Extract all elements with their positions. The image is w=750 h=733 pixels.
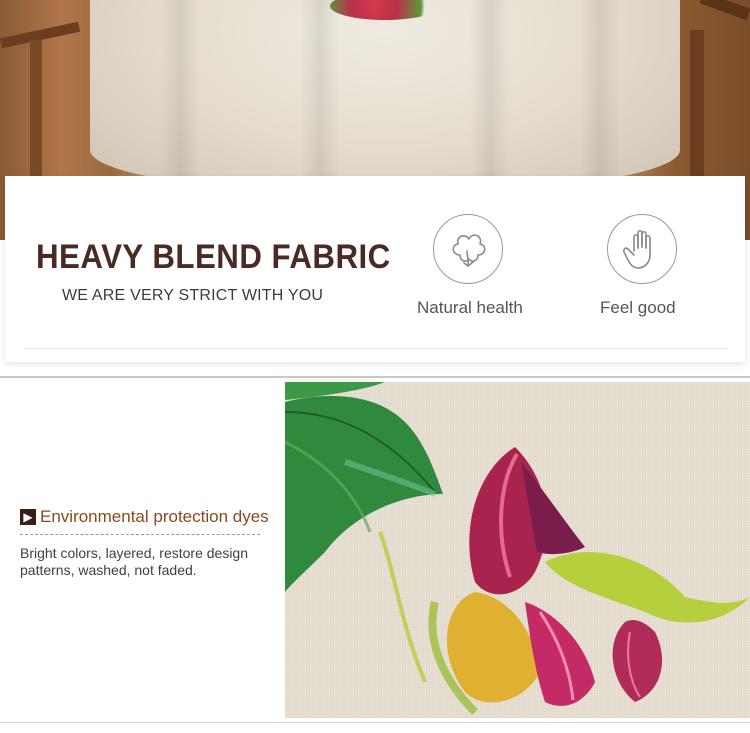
chair-backrest-right (699, 0, 750, 21)
bottom-divider (0, 722, 750, 723)
chair-leg-right (690, 30, 704, 200)
headline: HEAVY BLEND FABRIC (36, 238, 391, 276)
cloth-fold (580, 0, 620, 200)
leaf-print (285, 382, 443, 592)
flower-print (446, 447, 750, 706)
cloth-fold (470, 0, 510, 200)
feature-label-natural-health: Natural health (417, 298, 523, 317)
cotton-icon (433, 214, 503, 284)
hand-icon (607, 214, 677, 284)
cloth-fold (300, 0, 340, 200)
tagline: WE ARE VERY STRICT WITH YOU (62, 287, 324, 304)
detail-description: Bright colors, layered, restore design p… (20, 545, 248, 578)
dashed-underline (20, 534, 260, 535)
arrow-right-icon: ▶ (20, 509, 36, 525)
fabric-closeup-photo (285, 382, 750, 718)
section-divider (0, 376, 750, 378)
chair-leg-left (30, 40, 42, 180)
detail-title: Environmental protection dyes (40, 507, 269, 526)
detail-heading: ▶ Environmental protection dyes (20, 507, 269, 527)
cloth-fold (160, 0, 200, 200)
feature-label-feel-good: Feel good (600, 298, 676, 317)
